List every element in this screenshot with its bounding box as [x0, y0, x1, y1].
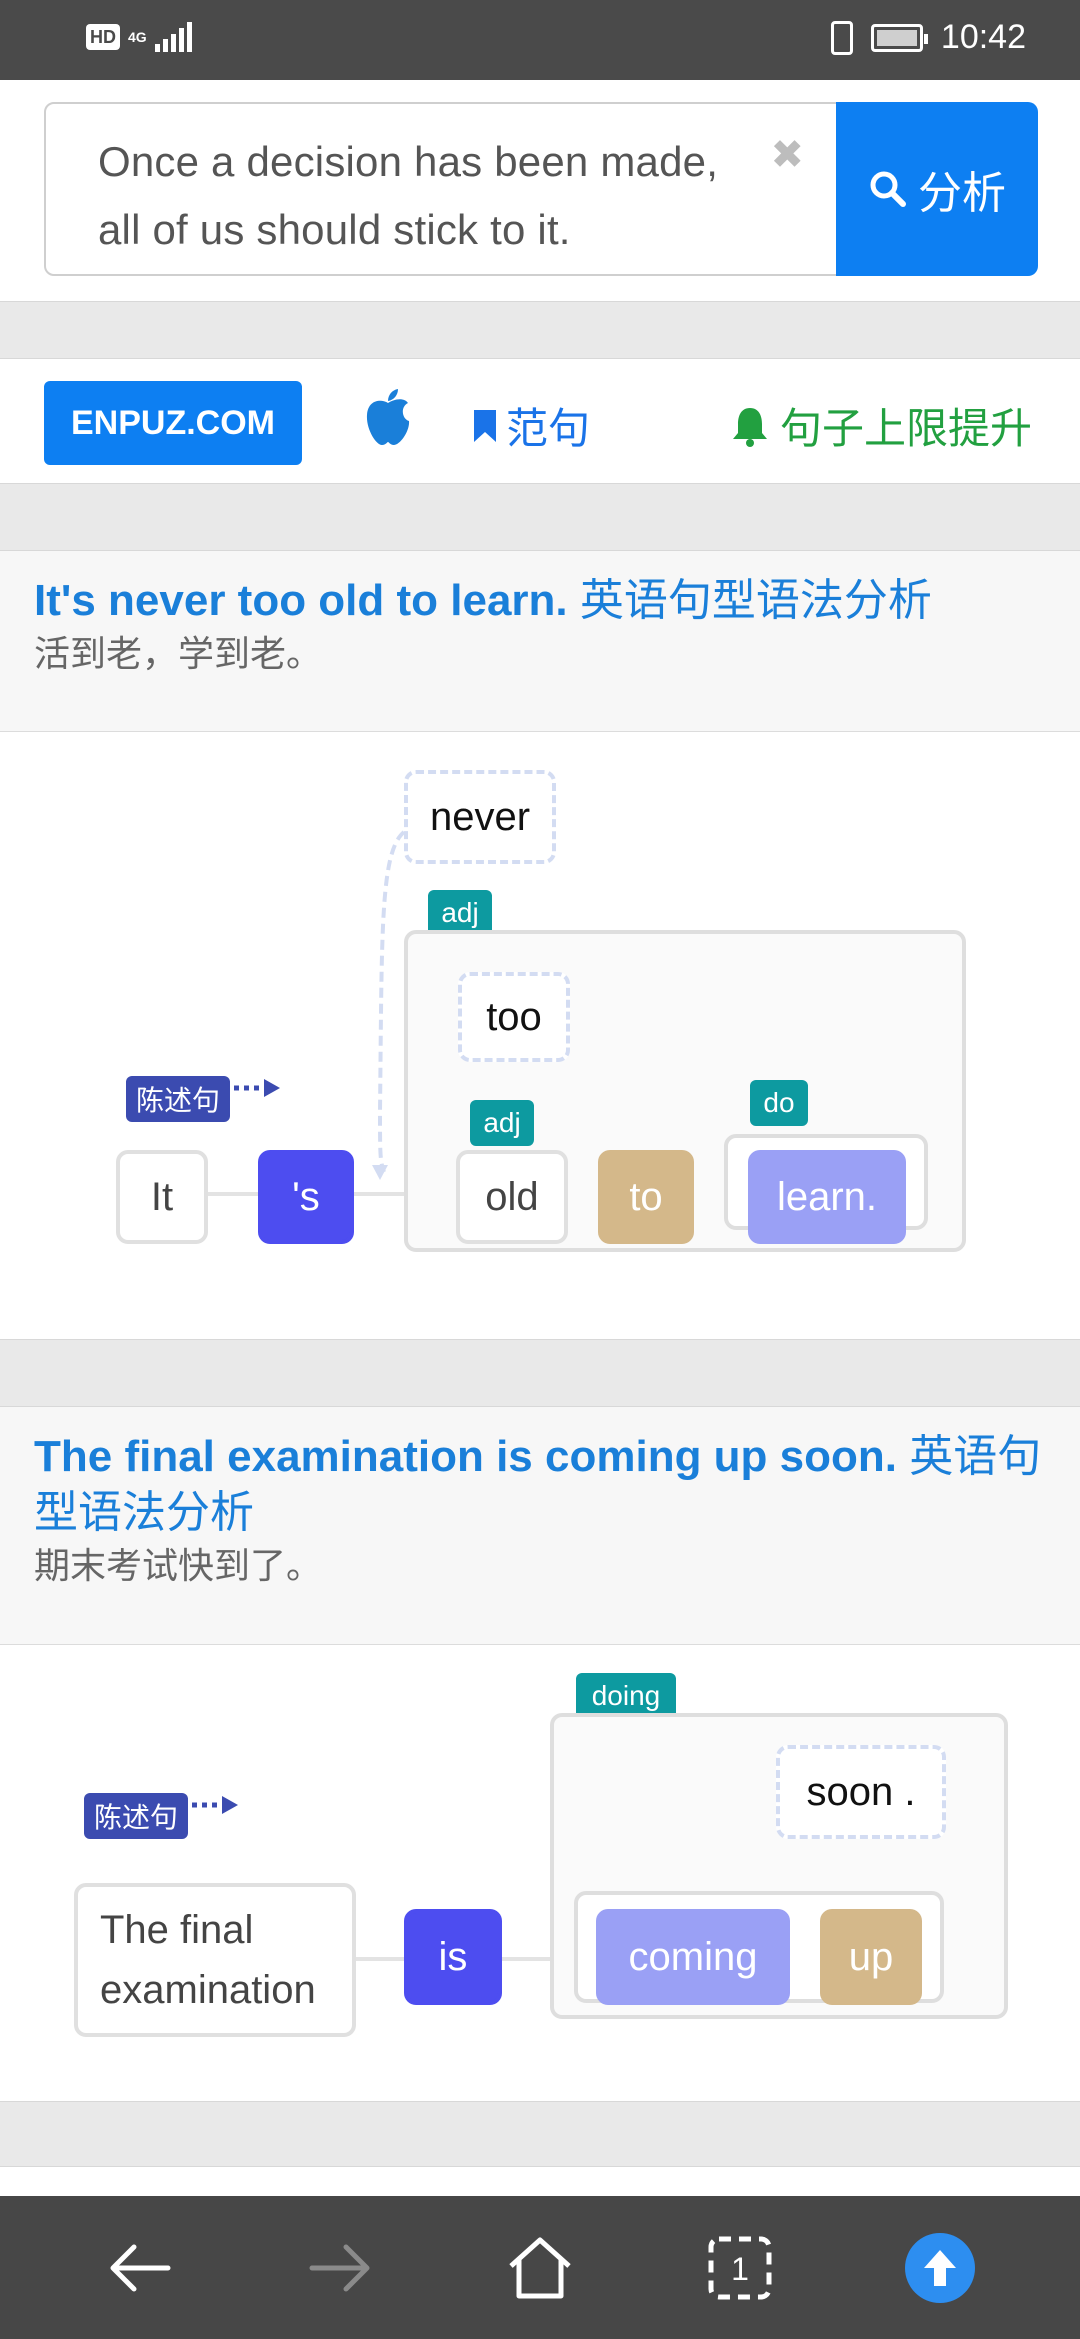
apple-icon[interactable] — [362, 387, 414, 452]
role-label: adj — [470, 1100, 534, 1146]
search-panel: Once a decision has been made, all of us… — [0, 80, 1080, 302]
card-header: It's never too old to learn. 英语句型语法分析 活到… — [0, 551, 1080, 732]
browser-toolbar: 1 — [0, 2196, 1080, 2339]
home-icon[interactable] — [480, 2208, 600, 2328]
sentence-card: It's never too old to learn. 英语句型语法分析 活到… — [0, 550, 1080, 1340]
grammar-diagram: 陈述句 It 's never adj too adj old to do le… — [0, 732, 1080, 1340]
sentence-type-badge: 陈述句 — [126, 1076, 230, 1122]
tabs-icon[interactable]: 1 — [680, 2208, 800, 2328]
status-bar: HD 4G 10:42 — [0, 0, 1080, 80]
search-icon — [870, 171, 906, 207]
nav-bar: ENPUZ.COM 范句 句子上限提升 — [0, 358, 1080, 484]
adverb-token[interactable]: soon . — [776, 1745, 946, 1839]
connector — [352, 1192, 406, 1196]
clock: 10:42 — [940, 18, 1026, 56]
infinitive-marker-token[interactable]: to — [598, 1150, 694, 1244]
examples-link[interactable]: 范句 — [472, 395, 590, 456]
hd-icon: HD — [86, 24, 120, 50]
card-title[interactable]: It's never too old to learn. 英语句型语法分析 — [34, 573, 1046, 629]
back-icon[interactable] — [80, 2208, 200, 2328]
upgrade-link[interactable]: 句子上限提升 — [730, 395, 1032, 456]
tab-count: 1 — [731, 2251, 749, 2287]
subject-token[interactable]: It — [116, 1150, 208, 1244]
analyze-label: 分析 — [918, 169, 1006, 218]
battery-icon — [870, 23, 928, 52]
connector — [354, 1957, 408, 1961]
search-query-text[interactable]: Once a decision has been made, all of us… — [98, 128, 748, 264]
grammar-diagram: 陈述句 The final examination is doing soon … — [0, 1645, 1080, 2101]
role-label: do — [750, 1080, 808, 1126]
examples-label: 范句 — [506, 405, 591, 452]
arrow-icon — [192, 1796, 238, 1814]
forward-icon[interactable] — [280, 2208, 400, 2328]
search-input[interactable]: Once a decision has been made, all of us… — [44, 102, 842, 276]
vibrate-icon — [830, 20, 853, 55]
analyze-button[interactable]: 分析 — [836, 102, 1038, 276]
verb-token[interactable]: is — [404, 1909, 502, 2005]
verb-token[interactable]: learn. — [748, 1150, 906, 1244]
subject-token[interactable]: The final examination — [74, 1883, 356, 2037]
verb-token[interactable]: 's — [258, 1150, 354, 1244]
bookmark-icon — [474, 409, 496, 442]
scroll-top-icon[interactable] — [880, 2208, 1000, 2328]
signal-icon — [154, 22, 192, 52]
adverb-token[interactable]: never — [404, 770, 556, 864]
sentence-card: The final examination is coming up soon.… — [0, 1406, 1080, 2102]
doing-token[interactable]: coming — [596, 1909, 790, 2005]
card-header: The final examination is coming up soon.… — [0, 1407, 1080, 1645]
network-type: 4G — [128, 29, 147, 45]
adjective-token[interactable]: old — [456, 1150, 568, 1244]
card-translation: 活到老，学到老。 — [34, 633, 323, 674]
adverb-token[interactable]: too — [458, 972, 570, 1062]
card-translation: 期末考试快到了。 — [34, 1545, 323, 1586]
particle-token[interactable]: up — [820, 1909, 922, 2005]
clear-icon[interactable]: ✖ — [770, 132, 804, 178]
bell-icon — [733, 407, 767, 447]
sentence-type-badge: 陈述句 — [84, 1793, 188, 1839]
upgrade-label: 句子上限提升 — [780, 405, 1033, 452]
card-title[interactable]: The final examination is coming up soon.… — [34, 1429, 1046, 1541]
connector — [206, 1192, 260, 1196]
arrow-icon — [234, 1079, 280, 1097]
brand-button[interactable]: ENPUZ.COM — [44, 381, 302, 465]
connector — [500, 1957, 554, 1961]
